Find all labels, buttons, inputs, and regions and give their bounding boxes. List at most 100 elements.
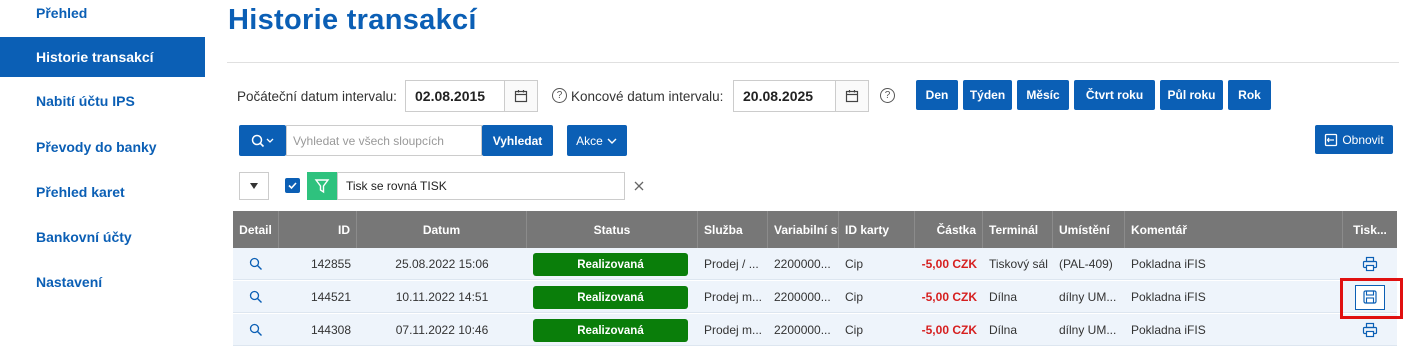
period-month-button[interactable]: Měsíc <box>1017 80 1069 110</box>
column-header-umisteni[interactable]: Umístění <box>1053 211 1125 248</box>
period-quarter-button[interactable]: Čtvrt roku <box>1074 80 1155 110</box>
column-header-id-karty[interactable]: ID karty <box>839 211 915 248</box>
column-header-variabilni-symbol[interactable]: Variabilní sy <box>768 211 839 248</box>
cell-id: 144521 <box>310 290 351 304</box>
cell-card-id: Cip <box>845 290 864 304</box>
sidebar-item-prevody-do-banky[interactable]: Převody do banky <box>0 127 205 167</box>
sidebar-item-label: Nastavení <box>36 274 103 290</box>
sidebar-item-historie-transakci[interactable]: Historie transakcí <box>0 37 205 77</box>
period-day-button[interactable]: Den <box>916 80 958 110</box>
calendar-icon <box>514 90 528 103</box>
cell-comment: Pokladna iFIS <box>1131 257 1206 271</box>
actions-button[interactable]: Akce <box>567 125 627 156</box>
cell-amount: -5,00 CZK <box>921 290 977 304</box>
sidebar: Přehled Historie transakcí Nabití účtu I… <box>0 0 205 343</box>
column-header-terminal[interactable]: Terminál <box>983 211 1053 248</box>
cell-card-id: Cip <box>845 257 864 271</box>
column-header-detail[interactable]: Detail <box>233 211 279 248</box>
cell-location: dílny UM... <box>1059 290 1117 304</box>
refresh-label: Obnovit <box>1342 132 1384 147</box>
sidebar-item-label: Historie transakcí <box>36 49 154 65</box>
magnifier-icon <box>249 323 262 336</box>
column-header-tisk[interactable]: Tisk... <box>1343 211 1397 248</box>
cell-service: Prodej / ... <box>704 257 759 271</box>
cell-date: 25.08.2022 15:06 <box>395 257 489 271</box>
funnel-icon <box>314 179 330 194</box>
column-header-castka[interactable]: Částka <box>915 211 983 248</box>
close-icon[interactable] <box>631 178 647 194</box>
table-row[interactable]: 144521 10.11.2022 14:51 Realizovaná Prod… <box>233 281 1397 313</box>
status-badge: Realizovaná <box>533 253 688 276</box>
cell-variable-symbol: 2200000... <box>774 290 831 304</box>
help-glyph: ? <box>556 90 563 101</box>
sidebar-item-label: Převody do banky <box>36 139 157 155</box>
status-badge: Realizovaná <box>533 319 688 342</box>
column-header-sluzba[interactable]: Služba <box>698 211 768 248</box>
table-header: Detail ID Datum Status Služba Variabilní… <box>233 211 1397 248</box>
column-header-status[interactable]: Status <box>527 211 698 248</box>
printer-icon <box>1362 322 1378 338</box>
printer-icon <box>1362 256 1378 272</box>
page-title: Historie transakcí <box>228 4 477 36</box>
print-button[interactable] <box>1343 248 1397 280</box>
cell-location: (PAL-409) <box>1059 257 1113 271</box>
sidebar-item-nastaveni[interactable]: Nastavení <box>0 262 205 302</box>
detail-button[interactable] <box>233 248 279 280</box>
cell-terminal: Dílna <box>989 323 1018 337</box>
sidebar-item-label: Přehled <box>36 5 88 21</box>
period-week-button[interactable]: Týden <box>963 80 1012 110</box>
refresh-icon <box>1325 133 1338 146</box>
actions-label: Akce <box>576 133 603 148</box>
period-half-year-button[interactable]: Půl roku <box>1160 80 1223 110</box>
sidebar-item-label: Bankovní účty <box>36 229 132 245</box>
start-date-input[interactable]: 02.08.2015 <box>405 80 505 112</box>
help-icon[interactable]: ? <box>880 88 895 103</box>
period-year-button[interactable]: Rok <box>1228 80 1271 110</box>
check-icon <box>288 182 297 190</box>
cell-variable-symbol: 2200000... <box>774 323 831 337</box>
magnifier-icon <box>249 290 262 303</box>
help-icon[interactable]: ? <box>552 88 567 103</box>
cell-card-id: Cip <box>845 323 864 337</box>
filter-checkbox[interactable] <box>285 178 300 193</box>
column-header-id[interactable]: ID <box>279 211 357 248</box>
cell-terminal: Tiskový sál <box>989 257 1048 271</box>
column-header-komentar[interactable]: Komentář <box>1125 211 1343 248</box>
search-scope-button[interactable] <box>239 125 286 156</box>
search-button[interactable]: Vyhledat <box>482 125 553 156</box>
filter-icon-box <box>307 172 337 200</box>
filter-text[interactable]: Tisk se rovná TISK <box>337 172 625 200</box>
sidebar-item-prehled[interactable]: Přehled <box>0 0 205 32</box>
sidebar-item-bankovni-ucty[interactable]: Bankovní účty <box>0 217 205 257</box>
detail-button[interactable] <box>233 281 279 313</box>
divider <box>227 62 1399 63</box>
cell-id: 142855 <box>310 257 351 271</box>
cell-service: Prodej m... <box>704 323 763 337</box>
start-date-label: Počáteční datum intervalu: <box>237 89 397 104</box>
column-header-datum[interactable]: Datum <box>357 211 527 248</box>
highlight-box <box>1340 278 1403 319</box>
sidebar-item-label: Nabití účtu IPS <box>36 93 135 109</box>
cell-amount: -5,00 CZK <box>921 257 977 271</box>
cell-terminal: Dílna <box>989 290 1018 304</box>
cell-date: 07.11.2022 10:46 <box>395 323 489 337</box>
table-row[interactable]: 144308 07.11.2022 10:46 Realizovaná Prod… <box>233 314 1397 346</box>
end-calendar-button[interactable] <box>835 80 869 112</box>
status-badge: Realizovaná <box>533 286 688 309</box>
magnifier-icon <box>249 257 262 270</box>
end-date-input[interactable]: 20.08.2025 <box>733 80 836 112</box>
start-calendar-button[interactable] <box>504 80 538 112</box>
search-input[interactable]: Vyhledat ve všech sloupcích <box>286 125 482 156</box>
caret-down-icon <box>250 183 258 189</box>
cell-comment: Pokladna iFIS <box>1131 323 1206 337</box>
help-glyph: ? <box>884 90 891 101</box>
sidebar-item-label: Přehled karet <box>36 184 125 200</box>
sidebar-item-nabiti-uctu-ips[interactable]: Nabití účtu IPS <box>0 81 205 121</box>
chevron-down-icon <box>607 138 617 144</box>
refresh-button[interactable]: Obnovit <box>1315 125 1393 154</box>
sidebar-item-prehled-karet[interactable]: Přehled karet <box>0 172 205 212</box>
table-row[interactable]: 142855 25.08.2022 15:06 Realizovaná Prod… <box>233 248 1397 280</box>
cell-comment: Pokladna iFIS <box>1131 290 1206 304</box>
detail-button[interactable] <box>233 314 279 346</box>
filter-expand-button[interactable] <box>239 172 269 200</box>
